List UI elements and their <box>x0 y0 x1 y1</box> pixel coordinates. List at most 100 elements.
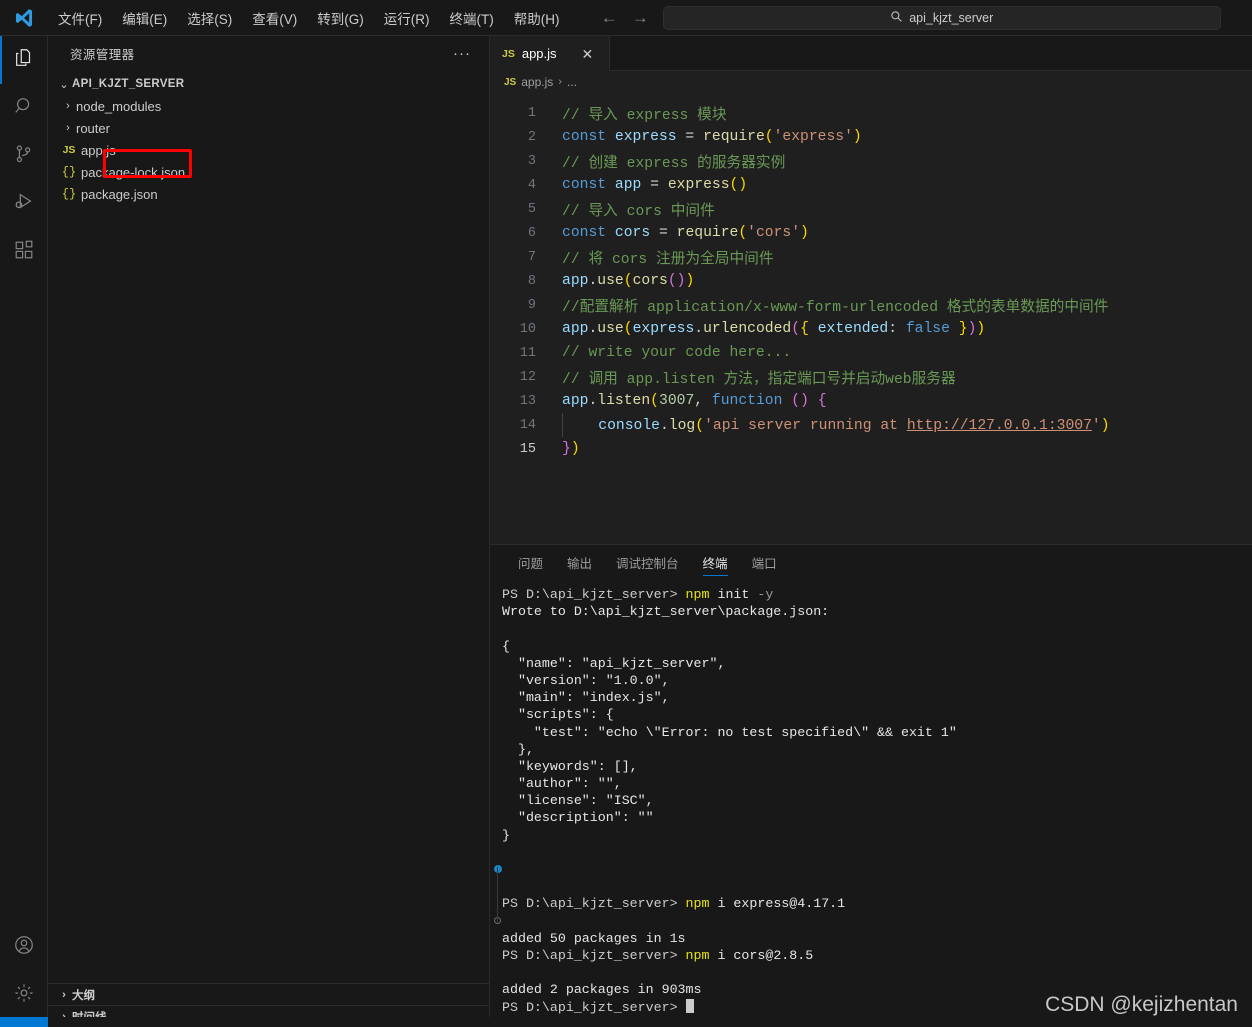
status-bar[interactable] <box>0 1017 1252 1027</box>
terminal-text: i cors@2.8.5 <box>709 947 814 963</box>
panel-tabs: 问题 输出 调试控制台 终端 端口 <box>490 545 1252 580</box>
code-text: console.log('api server running at http:… <box>562 413 1110 437</box>
code-line: 5 // 导入 cors 中间件 <box>490 197 1252 221</box>
terminal-line: "name": "api_kjzt_server", <box>502 655 1252 672</box>
forward-arrow-icon[interactable]: → <box>632 9 649 26</box>
code-token: ( <box>695 417 705 434</box>
overview-ruler[interactable] <box>1238 93 1252 544</box>
code-token: cors <box>614 225 651 241</box>
sidebar-item-run-debug[interactable] <box>0 180 48 228</box>
code-token: ' <box>1091 417 1101 434</box>
search-icon <box>890 10 903 26</box>
code-token: require <box>703 129 765 145</box>
chevron-right-icon: › <box>66 100 70 112</box>
tree-item-node-modules[interactable]: › node_modules <box>48 95 489 117</box>
terminal-line: "author": "", <box>502 775 1252 792</box>
tree-item-package-json[interactable]: {} package.json <box>48 183 489 205</box>
terminal-line: } <box>502 827 1252 844</box>
accounts-button[interactable] <box>0 923 48 971</box>
menu-select[interactable]: 选择(S) <box>177 4 242 32</box>
line-number: 15 <box>519 441 536 457</box>
tab-app-js[interactable]: JS app.js ✕ <box>490 36 610 71</box>
code-text: // write your code here... <box>562 345 791 361</box>
tree-item-app-js[interactable]: JS app.js <box>48 139 489 161</box>
terminal-line: PS D:\api_kjzt_server> npm i express@4.1… <box>502 895 1252 912</box>
javascript-file-icon: JS <box>502 47 515 60</box>
code-token: http://127.0.0.1:3007 <box>906 417 1092 434</box>
code-token: app <box>562 321 589 337</box>
json-file-icon: {} <box>61 187 77 201</box>
line-number: 4 <box>527 177 536 193</box>
terminal-cursor <box>685 998 694 1013</box>
quick-input-bar[interactable]: api_kjzt_server <box>662 5 1221 30</box>
tab-output[interactable]: 输出 <box>555 545 604 580</box>
pane-outline[interactable]: › 大纲 <box>48 983 489 1005</box>
code-token: , <box>694 393 712 409</box>
code-token: 'api server running at <box>704 417 907 434</box>
terminal-text: { <box>502 638 510 654</box>
code-text: }) <box>562 441 580 457</box>
tree-item-label: router <box>76 120 110 136</box>
code-line: 11 // write your code here... <box>490 341 1252 365</box>
terminal-text: "license": "ISC", <box>502 793 654 809</box>
manage-settings-button[interactable] <box>0 971 48 1019</box>
terminal-text: "main": "index.js", <box>502 690 670 706</box>
sidebar-item-search[interactable] <box>0 84 48 132</box>
code-line: 7 // 将 cors 注册为全局中间件 <box>490 245 1252 269</box>
tree-item-router[interactable]: › router <box>48 117 489 139</box>
terminal-line: PS D:\api_kjzt_server> npm i cors@2.8.5 <box>502 947 1252 964</box>
sidebar-more-actions-button[interactable]: ··· <box>453 46 471 61</box>
line-number: 2 <box>527 129 536 145</box>
line-number: 1 <box>527 105 536 121</box>
line-number: 5 <box>527 201 536 217</box>
menu-view[interactable]: 查看(V) <box>242 4 307 32</box>
workbench-body: 资源管理器 ··· ⌄ API_KJZT_SERVER › node_modul… <box>0 36 1252 1027</box>
back-arrow-icon[interactable]: ← <box>601 9 618 26</box>
terminal-output[interactable]: PS D:\api_kjzt_server> npm init -y Wrote … <box>490 580 1252 1027</box>
code-token: app <box>614 177 642 193</box>
menu-edit[interactable]: 编辑(E) <box>112 4 177 32</box>
code-token: // 导入 cors 中间件 <box>562 203 715 220</box>
breadcrumb-file[interactable]: app.js <box>521 75 553 89</box>
code-token: ( <box>791 321 801 337</box>
code-token: ) <box>800 393 809 409</box>
sidebar-item-extensions[interactable] <box>0 228 48 276</box>
code-editor[interactable]: 1 // 导入 express 模块 2 const express = requir… <box>490 93 1252 544</box>
code-line: 14 console.log('api server running at ht… <box>490 413 1252 437</box>
line-number: 13 <box>519 393 536 409</box>
tree-item-package-lock-json[interactable]: {} package-lock.json <box>48 161 489 183</box>
menu-file[interactable]: 文件(F) <box>48 4 112 32</box>
sidebar-item-explorer[interactable] <box>0 36 48 84</box>
vscode-window: 文件(F) 编辑(E) 选择(S) 查看(V) 转到(G) 运行(R) 终端(T… <box>0 0 1252 1027</box>
code-token: express <box>614 129 677 145</box>
menu-help[interactable]: 帮助(H) <box>504 4 570 32</box>
tree-root-api-kjzt-server[interactable]: ⌄ API_KJZT_SERVER <box>48 73 489 95</box>
code-token: extended <box>808 321 889 337</box>
menu-bar[interactable]: 文件(F) 编辑(E) 选择(S) 查看(V) 转到(G) 运行(R) 终端(T… <box>48 4 570 32</box>
run-and-debug-icon <box>13 191 35 218</box>
code-line: 8 app.use(cors()) <box>490 269 1252 293</box>
tab-problems[interactable]: 问题 <box>506 545 555 580</box>
breadcrumb-rest[interactable]: ... <box>567 75 577 89</box>
menu-go[interactable]: 转到(G) <box>307 4 374 32</box>
code-text: app.listen(3007, function () { <box>562 393 827 409</box>
menu-run[interactable]: 运行(R) <box>374 4 440 32</box>
terminal-line: "version": "1.0.0", <box>502 672 1252 689</box>
code-token: express <box>667 177 730 193</box>
code-token: : <box>888 321 906 337</box>
terminal-text: Wrote to D:\api_kjzt_server\package.json… <box>502 604 830 620</box>
sidebar-item-source-control[interactable] <box>0 132 48 180</box>
close-icon[interactable]: ✕ <box>582 47 594 61</box>
code-token: . <box>588 393 598 409</box>
tab-ports[interactable]: 端口 <box>740 545 789 580</box>
status-bar-remote-indicator[interactable] <box>0 1017 48 1027</box>
menu-terminal[interactable]: 终端(T) <box>440 4 504 32</box>
tab-debug-console[interactable]: 调试控制台 <box>604 545 691 580</box>
tab-terminal[interactable]: 终端 <box>691 545 740 580</box>
code-token: // 创建 express 的服务器实例 <box>562 155 786 172</box>
code-token: cors <box>632 273 668 289</box>
